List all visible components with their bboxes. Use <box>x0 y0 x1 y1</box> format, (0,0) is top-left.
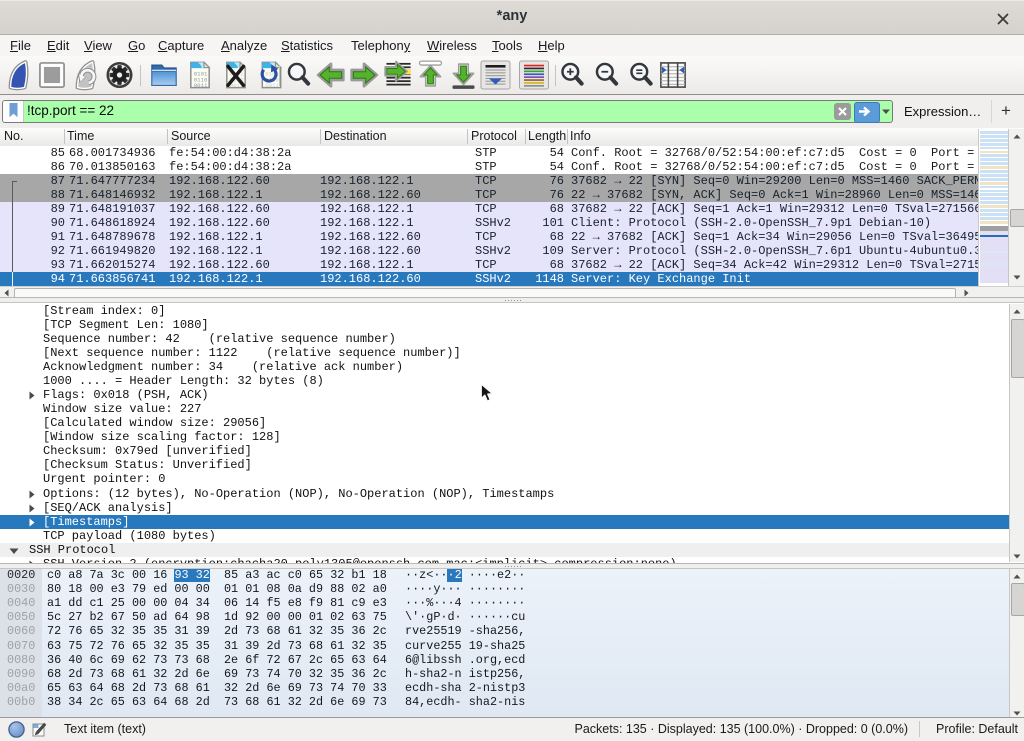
svg-text:0011: 0011 <box>265 82 279 89</box>
svg-text:0011: 0011 <box>194 82 208 89</box>
